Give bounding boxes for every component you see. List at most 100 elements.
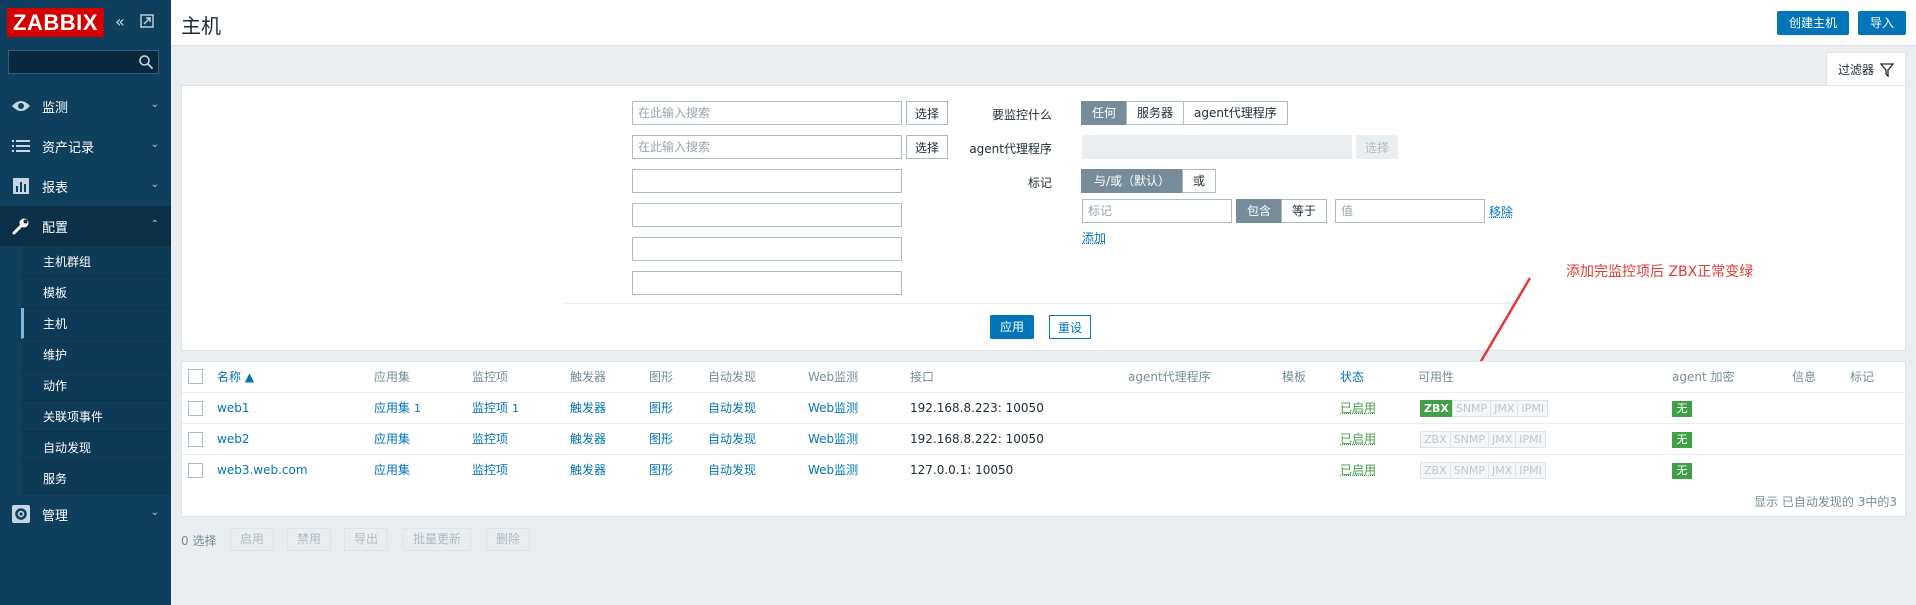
chevron-down-icon: ⌄	[150, 179, 159, 190]
monitored-any-option[interactable]: 任何	[1081, 101, 1128, 125]
wrench-icon	[0, 217, 42, 235]
submenu-discovery[interactable]: 自动发现	[21, 432, 171, 463]
nav-reports[interactable]: 报表 ⌄	[0, 166, 171, 206]
add-tag-link[interactable]: 添加	[1082, 229, 1106, 246]
tag-contains-option[interactable]: 包含	[1236, 199, 1283, 223]
jmx-badge: JMX	[1487, 431, 1517, 448]
sidebar-search[interactable]	[8, 50, 159, 74]
chevron-up-icon: ⌃	[150, 219, 159, 230]
kiosk-mode-icon[interactable]	[140, 13, 154, 33]
tag-input[interactable]	[1082, 199, 1232, 223]
zbx-badge: ZBX	[1420, 431, 1451, 448]
reset-button[interactable]: 重设	[1049, 315, 1092, 339]
submenu-services[interactable]: 服务	[21, 463, 171, 494]
chevron-down-icon: ⌄	[150, 99, 159, 110]
row-checkbox[interactable]	[188, 463, 203, 478]
monitored-proxy-option[interactable]: agent代理程序	[1183, 101, 1288, 125]
applications-link[interactable]: 应用集 1	[374, 393, 421, 424]
ip-input[interactable]	[632, 237, 902, 261]
nav-label: 监测	[42, 100, 69, 116]
selected-count: 0 选择	[181, 534, 217, 548]
interface-value: 192.168.8.223: 10050	[910, 401, 1044, 415]
dns-input[interactable]	[632, 203, 902, 227]
discovery-link[interactable]: 自动发现	[708, 393, 756, 424]
port-input[interactable]	[632, 271, 902, 295]
hosts-table: 名称 ▲ 应用集 监控项 触发器 图形 自动发现 Web监测 接口 agent代…	[181, 361, 1906, 517]
template-input[interactable]	[632, 135, 902, 159]
remove-tag-link[interactable]: 移除	[1489, 203, 1513, 220]
discovery-link[interactable]: 自动发现	[708, 424, 756, 455]
submenu-actions[interactable]: 动作	[21, 370, 171, 401]
enable-button[interactable]: 启用	[230, 528, 275, 551]
items-count: 1	[512, 402, 520, 415]
row-checkbox[interactable]	[188, 432, 203, 447]
host-name-link[interactable]: web1	[217, 393, 249, 424]
web-link[interactable]: Web监测	[808, 455, 858, 486]
items-link[interactable]: 监控项 1	[472, 393, 519, 424]
triggers-link[interactable]: 触发器	[570, 424, 606, 455]
nav-monitoring[interactable]: 监测 ⌄	[0, 86, 171, 126]
host-name-link[interactable]: web2	[217, 424, 249, 455]
ipmi-badge: IPMI	[1517, 400, 1549, 417]
submenu-host-groups[interactable]: 主机群组	[21, 246, 171, 277]
tag-value-input[interactable]	[1335, 199, 1485, 223]
zabbix-logo[interactable]: ZABBIX	[7, 8, 104, 37]
zbx-badge: ZBX	[1420, 462, 1451, 479]
select-all-checkbox[interactable]	[188, 369, 203, 384]
nav-administration[interactable]: 管理 ⌄	[0, 494, 171, 534]
submenu-hosts[interactable]: 主机	[21, 308, 171, 339]
triggers-link[interactable]: 触发器	[570, 455, 606, 486]
host-name-link[interactable]: web3.web.com	[217, 455, 308, 486]
row-checkbox[interactable]	[188, 401, 203, 416]
web-link[interactable]: Web监测	[808, 393, 858, 424]
nav-configuration[interactable]: 配置 ⌃	[0, 206, 171, 246]
applications-link[interactable]: 应用集	[374, 424, 410, 455]
delete-button[interactable]: 删除	[486, 528, 531, 551]
graphs-link[interactable]: 图形	[649, 424, 673, 455]
filter-tab[interactable]: 过滤器	[1826, 52, 1906, 86]
column-header-items: 监控项	[472, 370, 509, 384]
apply-button[interactable]: 应用	[990, 315, 1035, 339]
items-link[interactable]: 监控项	[472, 455, 508, 486]
column-header-web: Web监测	[808, 370, 859, 384]
graphs-link[interactable]: 图形	[649, 455, 673, 486]
list-icon	[0, 139, 42, 153]
tag-equals-option[interactable]: 等于	[1281, 199, 1328, 223]
disable-button[interactable]: 禁用	[287, 528, 332, 551]
bar-chart-icon	[0, 178, 42, 194]
column-header-status[interactable]: 状态	[1340, 362, 1364, 392]
monitored-server-option[interactable]: 服务器	[1126, 101, 1185, 125]
tag-operator-toggle: 包含 等于	[1236, 199, 1328, 223]
host-group-input[interactable]	[632, 101, 902, 125]
items-link[interactable]: 监控项	[472, 424, 508, 455]
mass-update-button[interactable]: 批量更新	[403, 528, 472, 551]
discovery-link[interactable]: 自动发现	[708, 455, 756, 486]
chevron-down-icon: ⌄	[150, 139, 159, 150]
filter-divider	[562, 303, 1522, 304]
search-icon[interactable]	[138, 54, 154, 70]
status-link[interactable]: 已启用	[1340, 393, 1376, 424]
snmp-badge: SNMP	[1451, 400, 1492, 417]
submenu-templates[interactable]: 模板	[21, 277, 171, 308]
submenu-maintenance[interactable]: 维护	[21, 339, 171, 370]
status-link[interactable]: 已启用	[1340, 455, 1376, 486]
collapse-sidebar-icon[interactable]: «	[115, 12, 125, 32]
triggers-link[interactable]: 触发器	[570, 393, 606, 424]
submenu-correlation[interactable]: 关联项事件	[21, 401, 171, 432]
import-button[interactable]: 导入	[1858, 11, 1907, 35]
column-header-triggers: 触发器	[570, 370, 607, 384]
applications-link[interactable]: 应用集	[374, 455, 410, 486]
tags-or-option[interactable]: 或	[1182, 169, 1217, 193]
column-header-info: 信息	[1792, 370, 1817, 384]
status-link[interactable]: 已启用	[1340, 424, 1376, 455]
create-host-button[interactable]: 创建主机	[1777, 11, 1850, 35]
web-link[interactable]: Web监测	[808, 424, 858, 455]
export-button[interactable]: 导出	[344, 528, 389, 551]
annotation-text: 添加完监控项后 ZBX正常变绿	[1566, 264, 1754, 280]
sidebar-search-input[interactable]	[9, 51, 129, 73]
column-header-name[interactable]: 名称 ▲	[217, 362, 254, 392]
name-input[interactable]	[632, 169, 902, 193]
nav-inventory[interactable]: 资产记录 ⌄	[0, 126, 171, 166]
tags-and-or-option[interactable]: 与/或（默认）	[1081, 169, 1184, 193]
graphs-link[interactable]: 图形	[649, 393, 673, 424]
